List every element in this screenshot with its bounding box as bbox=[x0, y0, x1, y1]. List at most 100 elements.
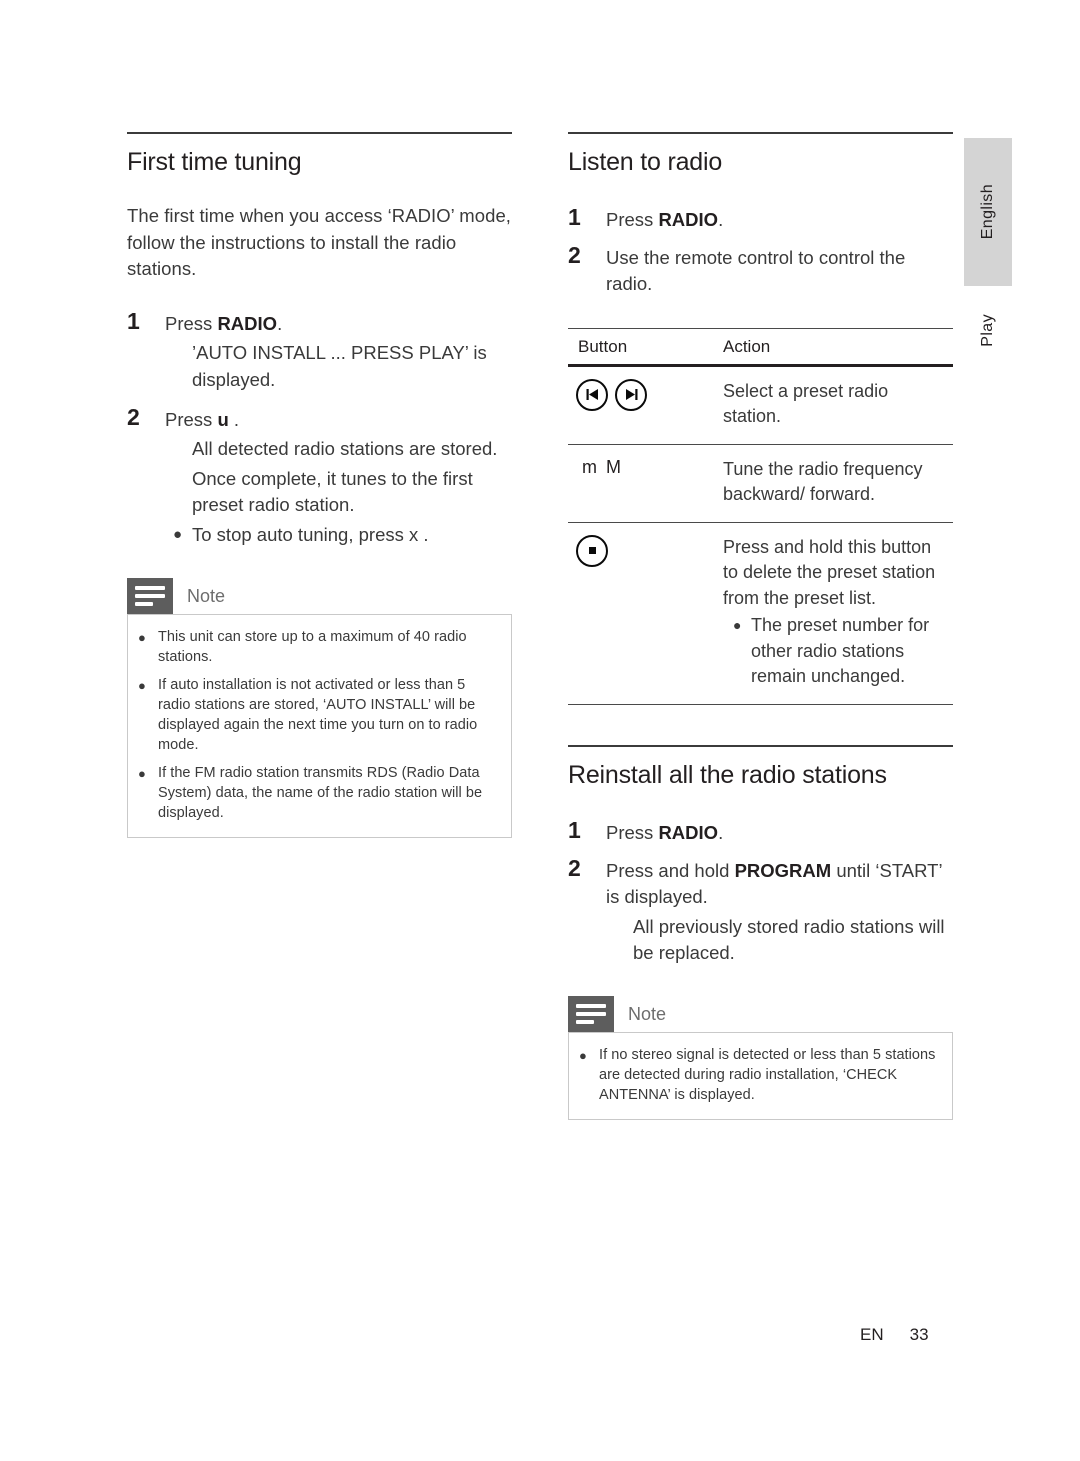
note-item-text: If the FM radio station transmits RDS (R… bbox=[158, 765, 483, 822]
note-item-text: If no stereo signal is detected or less … bbox=[599, 1047, 936, 1104]
step-detail-line: Once complete, it tunes to the first pre… bbox=[192, 467, 473, 515]
table-cell-action: Tune the radio frequency backward/ forwa… bbox=[713, 445, 953, 522]
step-item: 2 Use the remote control to control the … bbox=[568, 241, 953, 298]
step-keyword: RADIO bbox=[217, 313, 278, 335]
page-footer: EN 33 bbox=[860, 1325, 929, 1345]
step-text-pre: Press bbox=[165, 408, 218, 430]
footer-page-number: 33 bbox=[909, 1325, 929, 1344]
table-cell-button: m M bbox=[568, 445, 713, 522]
table-cell-action: Select a preset radio station. bbox=[713, 367, 953, 444]
footer-language-code: EN bbox=[860, 1325, 884, 1344]
note-icon bbox=[127, 578, 173, 615]
section-block-reinstall: Reinstall all the radio stations 1 Press… bbox=[568, 745, 953, 966]
step-keyword: RADIO bbox=[658, 821, 719, 843]
next-track-icon[interactable] bbox=[615, 378, 647, 411]
button-action-table: Button Action Select a preset radio stat… bbox=[568, 327, 953, 706]
note-icon bbox=[568, 996, 614, 1033]
table-row: m M Tune the radio frequency backward/ f… bbox=[568, 445, 953, 523]
table-action-text: Tune the radio frequency backward/ forwa… bbox=[723, 458, 923, 505]
table-row: Press and hold this button to delete the… bbox=[568, 523, 953, 706]
bullet-dot-icon: ● bbox=[138, 630, 146, 646]
page-title-first-time-tuning: First time tuning bbox=[127, 148, 302, 176]
steps-listen-to-radio: 1 Press RADIO. 2 Use the remote control … bbox=[568, 203, 953, 298]
step-number: 2 bbox=[127, 403, 140, 430]
step-item: 2 Press and hold PROGRAM until ‘START’ i… bbox=[568, 854, 953, 966]
side-tab-chapter: Play bbox=[964, 300, 1012, 360]
note-header: Note bbox=[127, 578, 512, 615]
table-action-text: Select a preset radio station. bbox=[723, 380, 889, 427]
bullet-dot-icon: ● bbox=[138, 766, 146, 782]
step-content: Press RADIO. bbox=[606, 203, 953, 233]
tune-keys-label: m M bbox=[582, 456, 623, 477]
side-tab-language: English bbox=[964, 138, 1012, 286]
note-title: Note bbox=[187, 585, 226, 606]
note-list-item: ● If auto installation is not activated … bbox=[138, 675, 497, 755]
table-header-row: Button Action bbox=[568, 329, 953, 367]
step-number: 2 bbox=[568, 855, 581, 882]
step-content: Use the remote control to control the ra… bbox=[606, 241, 953, 298]
step-number: 1 bbox=[568, 203, 581, 230]
note-box-first-time-tuning: Note ● This unit can store up to a maxim… bbox=[127, 578, 512, 839]
note-body: ● If no stereo signal is detected or les… bbox=[568, 1032, 953, 1121]
note-box-reinstall: Note ● If no stereo signal is detected o… bbox=[568, 996, 953, 1121]
step-text-post: . bbox=[718, 208, 724, 230]
table-cell-action: Press and hold this button to delete the… bbox=[713, 523, 953, 704]
step-content: Press RADIO. bbox=[606, 816, 953, 846]
step-keyword: RADIO bbox=[658, 208, 719, 230]
note-body: ● This unit can store up to a maximum of… bbox=[127, 614, 512, 839]
note-header: Note bbox=[568, 996, 953, 1033]
side-tab-language-label: English bbox=[979, 184, 996, 240]
step-item: 1 Press RADIO. bbox=[568, 816, 953, 846]
step-keyword: PROGRAM bbox=[734, 860, 832, 882]
left-column: First time tuning The first time when yo… bbox=[127, 132, 512, 839]
table-cell-button bbox=[568, 367, 713, 444]
step-content: Press RADIO. ’AUTO INSTALL ... PRESS PLA… bbox=[165, 307, 512, 393]
step-text-pre: Use the remote control to control the ra… bbox=[606, 247, 906, 295]
side-tab-chapter-label: Play bbox=[979, 313, 996, 347]
page-title-listen-to-radio: Listen to radio bbox=[568, 148, 723, 176]
step-content: Press u . All detected radio stations ar… bbox=[165, 403, 512, 548]
step-keyword: u bbox=[217, 408, 229, 430]
note-list-item: ● This unit can store up to a maximum of… bbox=[138, 627, 497, 667]
step-text-post: . bbox=[277, 313, 283, 335]
step-text-pre: Press and hold bbox=[606, 860, 735, 882]
step-bullet-text: To stop auto tuning, press x . bbox=[192, 524, 429, 546]
right-column: Listen to radio 1 Press RADIO. 2 Use the… bbox=[568, 132, 953, 1121]
table-action-text: Press and hold this button to delete the… bbox=[723, 536, 936, 608]
step-item: 2 Press u . All detected radio stations … bbox=[127, 403, 512, 548]
step-number: 1 bbox=[568, 816, 581, 843]
step-item: 1 Press RADIO. ’AUTO INSTALL ... PRESS P… bbox=[127, 307, 512, 393]
note-item-text: If auto installation is not activated or… bbox=[158, 677, 478, 754]
table-header-button: Button bbox=[578, 336, 628, 356]
table-action-bullet-item: ● The preset number for other radio stat… bbox=[733, 613, 947, 690]
step-detail-line: All detected radio stations are stored. bbox=[192, 438, 498, 460]
previous-track-icon[interactable] bbox=[576, 378, 608, 411]
note-item-text: This unit can store up to a maximum of 4… bbox=[158, 629, 467, 666]
section-rule-first-time-tuning bbox=[127, 132, 512, 134]
note-title: Note bbox=[628, 1003, 667, 1024]
step-number: 1 bbox=[127, 308, 140, 335]
step-text-pre: Press bbox=[606, 821, 659, 843]
page-title-reinstall: Reinstall all the radio stations bbox=[568, 761, 887, 790]
note-list-item: ● If the FM radio station transmits RDS … bbox=[138, 763, 497, 823]
bullet-dot-icon: ● bbox=[579, 1048, 587, 1064]
section-rule-reinstall bbox=[568, 745, 953, 748]
note-list-item: ● If no stereo signal is detected or les… bbox=[579, 1045, 938, 1105]
step-content: Press and hold PROGRAM until ‘START’ is … bbox=[606, 854, 953, 966]
manual-page: First time tuning The first time when yo… bbox=[0, 0, 1080, 1461]
steps-reinstall: 1 Press RADIO. 2 Press and hold PROGRAM … bbox=[568, 816, 953, 966]
table-row: Select a preset radio station. bbox=[568, 367, 953, 445]
stop-icon[interactable] bbox=[576, 534, 608, 567]
section-rule-listen-to-radio bbox=[568, 132, 953, 134]
table-action-bullet-text: The preset number for other radio statio… bbox=[751, 615, 930, 687]
table-header-action: Action bbox=[723, 336, 771, 356]
bullet-dot-icon: ● bbox=[138, 678, 146, 694]
table-cell-button bbox=[568, 523, 713, 704]
step-detail-line: All previously stored radio stations wil… bbox=[633, 915, 945, 963]
step-text-pre: Press bbox=[606, 208, 659, 230]
steps-first-time-tuning: 1 Press RADIO. ’AUTO INSTALL ... PRESS P… bbox=[127, 307, 512, 548]
bullet-dot-icon: ● bbox=[733, 617, 742, 634]
bullet-dot-icon: ● bbox=[173, 526, 183, 544]
step-number: 2 bbox=[568, 242, 581, 269]
step-text-pre: Press bbox=[165, 313, 218, 335]
